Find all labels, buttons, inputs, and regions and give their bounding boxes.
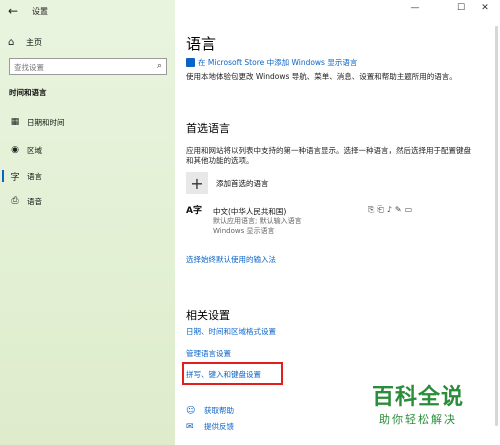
language-icon: 字	[10, 172, 20, 183]
language-display: Windows 显示语言	[213, 227, 275, 235]
watermark-subtitle: 助你轻松解决	[379, 413, 457, 426]
search-box[interactable]: ⌕	[9, 58, 167, 75]
sidebar-item-region[interactable]: ◉ 区域	[0, 142, 175, 158]
scrollbar[interactable]	[495, 26, 498, 426]
search-icon[interactable]: ⌕	[157, 61, 162, 71]
globe-icon: ◉	[11, 145, 19, 155]
maximize-button[interactable]: ☐	[454, 3, 468, 13]
microphone-icon: ⎙	[11, 196, 19, 206]
get-help-link[interactable]: ☺ 获取帮助	[186, 405, 234, 416]
language-capabilities: ⎘ ⎗ ♪ ✎ ▭	[368, 205, 412, 215]
sidebar-item-language[interactable]: 字 语言	[0, 168, 175, 184]
store-icon	[186, 58, 195, 67]
sidebar-item-home[interactable]: ⌂ 主页	[8, 34, 168, 50]
main-content: — ☐ ✕ 语言 在 Microsoft Store 中添加 Windows 显…	[175, 0, 500, 445]
help-icon: ☺	[186, 405, 196, 416]
feedback-label: 提供反馈	[204, 422, 234, 431]
feedback-link[interactable]: ✉ 提供反馈	[186, 421, 234, 432]
sidebar-item-label: 日期和时间	[27, 117, 65, 127]
watermark: 百科全说 助你轻松解决	[372, 385, 464, 427]
language-description: 使用本地体验包更改 Windows 导航、菜单、消息、设置和帮助主题所用的语言。	[186, 72, 457, 81]
handwriting-icon: ✎	[394, 205, 402, 214]
sidebar-item-date-time[interactable]: ▦ 日期和时间	[0, 114, 175, 130]
preferred-languages-description: 应用和网站将以列表中支持的第一种语言显示。选择一种语言，然后选择用于配置键盘和其…	[186, 146, 471, 165]
store-link[interactable]: 在 Microsoft Store 中添加 Windows 显示语言	[198, 57, 357, 68]
add-language-label: 添加首选的语言	[216, 178, 269, 188]
watermark-title: 百科全说	[372, 385, 465, 410]
feedback-icon: ✉	[186, 421, 194, 432]
sidebar-item-label: 区域	[27, 145, 42, 155]
sidebar-item-label: 语言	[27, 171, 42, 181]
store-link-row[interactable]: 在 Microsoft Store 中添加 Windows 显示语言	[186, 57, 357, 68]
related-settings-heading: 相关设置	[186, 309, 230, 322]
get-help-label: 获取帮助	[204, 406, 234, 415]
display-language-icon: ⎘	[368, 205, 375, 214]
sidebar: ← 设置 ⌂ 主页 ⌕ 时间和语言 ▦ 日期和时间 ◉ 区域 字 语言 ⎙ 语音	[0, 0, 175, 445]
speech-recognition-icon: ♪	[386, 205, 392, 214]
input-method-link[interactable]: 选择始终默认使用的输入法	[186, 254, 276, 265]
date-time-region-link[interactable]: 日期、时间和区域格式设置	[186, 326, 276, 337]
highlight-box	[182, 362, 283, 385]
close-button[interactable]: ✕	[478, 3, 492, 13]
search-input[interactable]	[14, 62, 144, 72]
sidebar-item-label: 主页	[26, 37, 42, 47]
sidebar-item-label: 语音	[27, 196, 42, 206]
language-features: 默认应用语言; 默认输入语言	[213, 217, 302, 225]
home-icon: ⌂	[8, 36, 15, 48]
text-to-speech-icon: ⎗	[377, 205, 384, 214]
preferred-languages-heading: 首选语言	[186, 122, 230, 135]
add-language-button[interactable]: + 添加首选的语言	[186, 172, 269, 194]
minimize-button[interactable]: —	[408, 3, 422, 13]
plus-icon: +	[186, 172, 208, 194]
page-title: 语言	[186, 35, 217, 53]
app-title: 设置	[32, 7, 48, 16]
manage-language-settings-link[interactable]: 管理语言设置	[186, 348, 231, 359]
calendar-icon: ▦	[10, 117, 20, 127]
sidebar-item-speech[interactable]: ⎙ 语音	[0, 193, 175, 209]
title-bar: ← 设置	[0, 0, 175, 22]
language-glyph-icon: A字	[186, 206, 202, 216]
back-arrow-icon[interactable]: ←	[8, 4, 22, 18]
keyboard-icon: ▭	[404, 205, 413, 214]
section-heading: 时间和语言	[9, 88, 47, 97]
